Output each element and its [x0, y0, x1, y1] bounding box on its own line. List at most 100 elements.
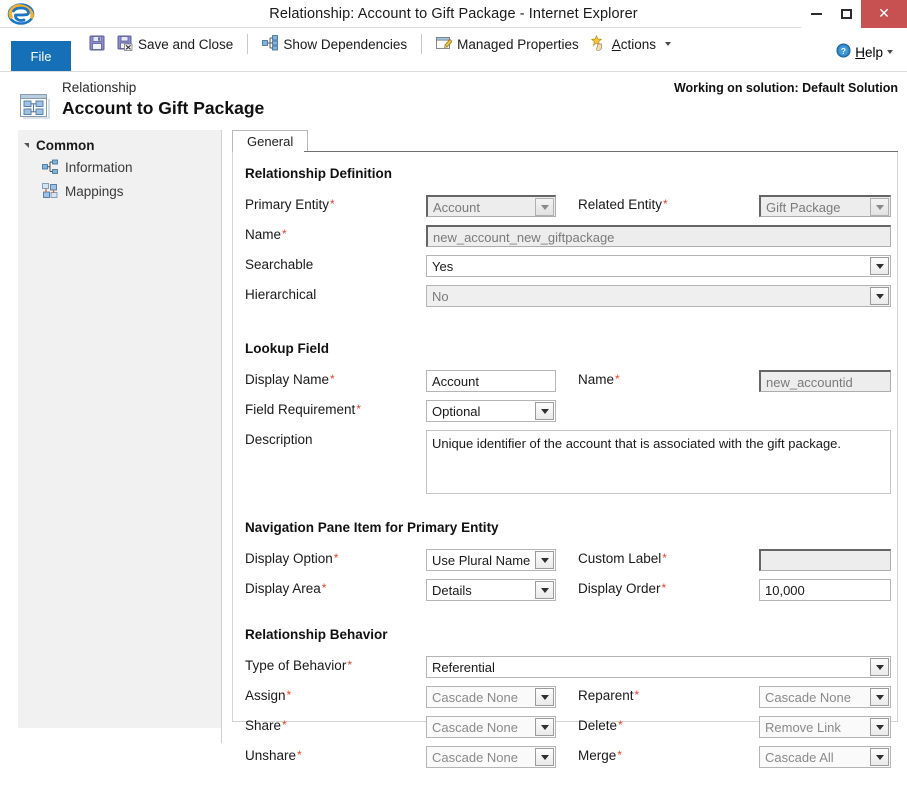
- save-icon: [89, 35, 105, 54]
- chevron-down-icon: [887, 50, 893, 54]
- chevron-down-icon: [870, 688, 889, 706]
- share-select[interactable]: Cascade None: [426, 716, 556, 738]
- save-and-close-label: Save and Close: [138, 36, 234, 52]
- row-display-area: Display Area* Details Display Order* 10,…: [233, 577, 897, 607]
- name-input[interactable]: new_account_new_giftpackage: [426, 225, 891, 247]
- managed-properties-icon: [436, 35, 453, 54]
- type-of-behavior-value: Referential: [432, 660, 495, 675]
- row-type-of-behavior: Type of Behavior* Referential: [233, 654, 897, 684]
- description-textarea[interactable]: Unique identifier of the account that is…: [426, 430, 891, 494]
- required-marker: *: [617, 748, 622, 762]
- chevron-down-icon: [535, 198, 554, 216]
- assign-value: Cascade None: [432, 690, 518, 705]
- required-marker: *: [330, 197, 335, 211]
- field-requirement-value: Optional: [432, 404, 481, 419]
- information-icon: [42, 159, 58, 175]
- help-icon: ?: [836, 43, 851, 61]
- sidebar-item-information[interactable]: Information: [18, 155, 221, 179]
- display-order-input[interactable]: 10,000: [759, 579, 891, 601]
- lookup-name-input[interactable]: new_accountid: [759, 370, 891, 392]
- hierarchical-select[interactable]: No: [426, 285, 891, 307]
- row-primary-entity: Primary Entity* Account Related Entity* …: [233, 193, 897, 223]
- display-option-label: Display Option*: [245, 551, 339, 566]
- required-marker: *: [662, 551, 667, 565]
- required-marker: *: [615, 372, 620, 386]
- close-icon: ✕: [878, 5, 890, 21]
- field-requirement-label: Field Requirement*: [245, 402, 361, 417]
- field-requirement-select[interactable]: Optional: [426, 400, 556, 422]
- actions-button[interactable]: Actions: [585, 33, 677, 56]
- section-title: Lookup Field: [245, 341, 329, 356]
- row-hierarchical: Hierarchical No: [233, 283, 897, 313]
- reparent-value: Cascade None: [765, 690, 851, 705]
- searchable-select[interactable]: Yes: [426, 255, 891, 277]
- assign-select[interactable]: Cascade None: [426, 686, 556, 708]
- form-area: Relationship Definition Primary Entity* …: [232, 152, 898, 768]
- required-marker: *: [286, 688, 292, 702]
- window-controls: ✕: [801, 0, 907, 28]
- help-button[interactable]: ? Help: [836, 43, 907, 71]
- row-searchable: Searchable Yes: [233, 253, 897, 283]
- save-and-close-icon: [117, 35, 133, 54]
- close-button[interactable]: ✕: [861, 0, 907, 28]
- chevron-down-icon: [870, 257, 889, 275]
- delete-value: Remove Link: [765, 720, 841, 735]
- relationship-icon: [18, 90, 52, 124]
- primary-entity-label: Primary Entity*: [245, 197, 335, 212]
- description-value: Unique identifier of the account that is…: [432, 436, 842, 451]
- required-marker: *: [634, 688, 640, 702]
- managed-properties-label: Managed Properties: [457, 36, 579, 52]
- save-and-close-button[interactable]: Save and Close: [111, 33, 239, 56]
- maximize-button[interactable]: [831, 0, 861, 28]
- row-display-name: Display Name* Account Name* new_accounti…: [233, 368, 897, 398]
- custom-label-input[interactable]: [759, 549, 891, 571]
- display-area-select[interactable]: Details: [426, 579, 556, 601]
- display-name-input[interactable]: Account: [426, 370, 556, 392]
- file-tab[interactable]: File: [11, 41, 71, 71]
- row-share-delete: Share* Cascade None Delete* Remove Link: [233, 714, 897, 744]
- required-marker: *: [663, 197, 668, 211]
- solution-note: Working on solution: Default Solution: [673, 81, 898, 95]
- required-marker: *: [661, 581, 667, 595]
- display-name-value: Account: [432, 374, 479, 389]
- row-display-option: Display Option* Use Plural Name Custom L…: [233, 547, 897, 577]
- required-marker: *: [333, 551, 339, 565]
- show-dependencies-button[interactable]: Show Dependencies: [256, 33, 413, 56]
- primary-entity-value: Account: [433, 200, 480, 215]
- type-of-behavior-select[interactable]: Referential: [426, 656, 891, 678]
- minimize-button[interactable]: [801, 0, 831, 28]
- sidebar-group-label: Common: [36, 138, 95, 153]
- primary-entity-select[interactable]: Account: [426, 195, 556, 217]
- hierarchical-value: No: [432, 289, 449, 304]
- minimize-icon: [810, 12, 822, 15]
- save-button[interactable]: [83, 33, 111, 56]
- unshare-value: Cascade None: [432, 750, 518, 765]
- merge-select[interactable]: Cascade All: [759, 746, 891, 768]
- sidebar-group-common[interactable]: Common: [18, 130, 221, 155]
- related-entity-select[interactable]: Gift Package: [759, 195, 891, 217]
- chevron-down-icon: [870, 718, 889, 736]
- required-marker: *: [282, 227, 287, 241]
- sidebar: Common Information Mappings: [0, 130, 222, 743]
- required-marker: *: [618, 718, 623, 732]
- managed-properties-button[interactable]: Managed Properties: [430, 33, 585, 56]
- sidebar-item-mappings[interactable]: Mappings: [18, 179, 221, 203]
- content-pane: General Relationship Definition Primary …: [222, 130, 907, 768]
- searchable-value: Yes: [432, 259, 454, 274]
- sidebar-item-label: Mappings: [65, 183, 124, 199]
- name-value: new_account_new_giftpackage: [433, 230, 615, 245]
- reparent-select[interactable]: Cascade None: [759, 686, 891, 708]
- unshare-select[interactable]: Cascade None: [426, 746, 556, 768]
- actions-icon: [590, 34, 607, 54]
- chevron-down-icon: [870, 287, 889, 305]
- tab-general[interactable]: General: [232, 130, 309, 153]
- chevron-down-icon: [665, 42, 672, 46]
- section-title: Navigation Pane Item for Primary Entity: [245, 520, 499, 535]
- internet-explorer-icon: [6, 2, 36, 26]
- display-option-select[interactable]: Use Plural Name: [426, 549, 556, 571]
- display-name-label: Display Name*: [245, 372, 335, 387]
- delete-select[interactable]: Remove Link: [759, 716, 891, 738]
- ribbon-commands: Save and Close Show Dependencies Managed…: [83, 27, 836, 71]
- chevron-down-icon: [870, 658, 889, 676]
- row-field-requirement: Field Requirement* Optional: [233, 398, 897, 428]
